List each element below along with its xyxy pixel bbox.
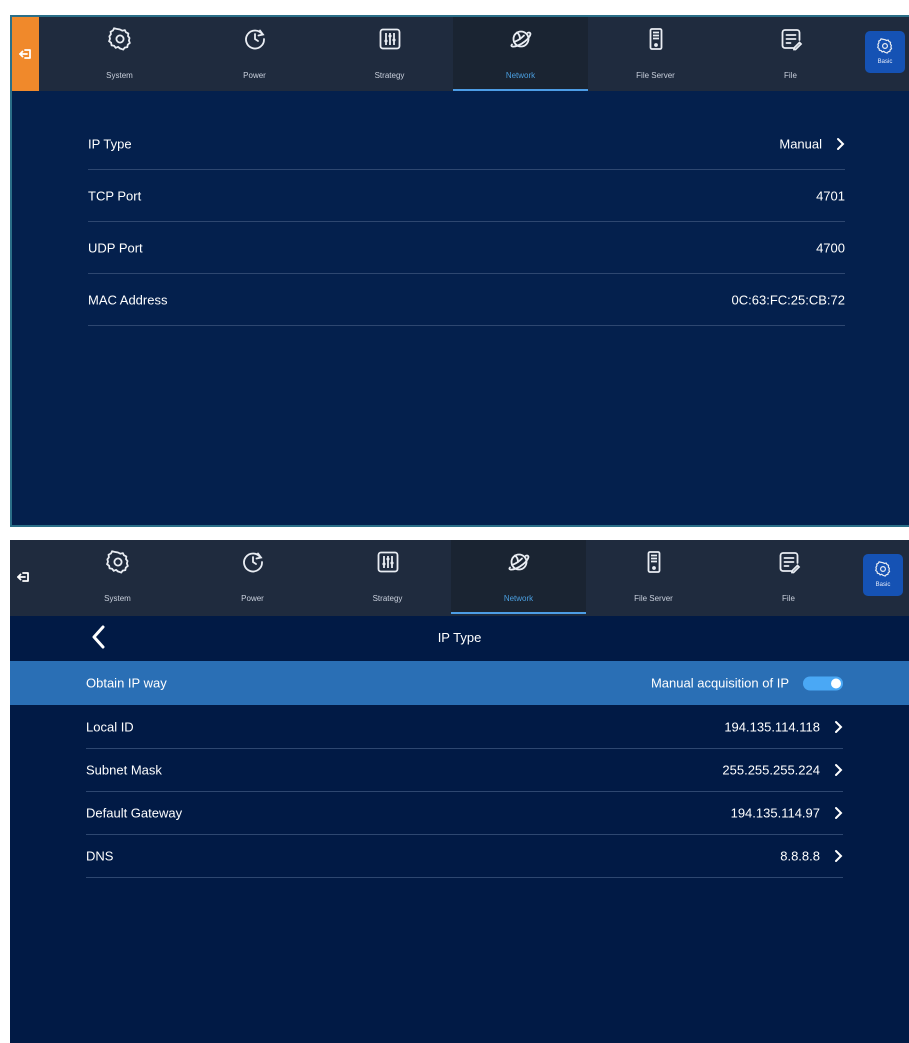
toggle-knob: [831, 678, 841, 688]
tab-label: File: [782, 594, 795, 603]
dns-row[interactable]: DNS 8.8.8.8: [86, 835, 843, 878]
tab-strategy[interactable]: Strategy: [320, 540, 455, 614]
basic-label: Basic: [875, 582, 891, 588]
exit-icon: [18, 49, 31, 59]
document-icon: [781, 29, 802, 51]
tab-power[interactable]: Power: [187, 17, 322, 91]
tab-strategy[interactable]: Strategy: [322, 17, 457, 91]
basic-label: Basic: [877, 59, 893, 65]
ip-type-value-group: Manual: [779, 136, 845, 151]
tab-label: System: [106, 71, 133, 80]
active-tab-indicator: [453, 89, 588, 91]
chevron-right-icon: [837, 137, 845, 150]
subnet-mask-value-group: 255.255.255.224: [722, 763, 843, 778]
chevron-right-icon: [835, 807, 843, 819]
obtain-ip-value-group: Manual acquisition of IP: [651, 676, 843, 691]
top-nav-bar: System Power Strategy Network File Serve…: [10, 540, 909, 616]
top-nav-bar: System Power Strategy Network File Serve…: [12, 17, 909, 91]
ip-type-panel: System Power Strategy Network File Serve…: [10, 540, 909, 1043]
exit-button[interactable]: [10, 540, 37, 614]
page-title: IP Type: [437, 630, 482, 645]
tab-system[interactable]: System: [50, 540, 185, 614]
ip-type-row[interactable]: IP Type Manual: [88, 118, 845, 170]
subnet-mask-label: Subnet Mask: [86, 762, 162, 778]
gear-icon: [105, 550, 129, 574]
network-settings-panel: System Power Strategy Network File Serve…: [10, 15, 909, 527]
default-gateway-row[interactable]: Default Gateway 194.135.114.97: [86, 792, 843, 835]
chevron-right-icon: [835, 721, 843, 733]
dns-label: DNS: [86, 848, 114, 864]
tab-label: System: [104, 594, 131, 603]
dns-value-group: 8.8.8.8: [780, 849, 843, 864]
globe-icon: [507, 553, 529, 571]
default-gateway-label: Default Gateway: [86, 805, 183, 821]
tab-network[interactable]: Network: [453, 17, 588, 91]
manual-ip-toggle[interactable]: [803, 676, 843, 690]
sub-header: IP Type: [10, 616, 909, 661]
tab-power[interactable]: Power: [185, 540, 320, 614]
obtain-ip-value: Manual acquisition of IP: [650, 675, 789, 691]
tab-label: File Server: [636, 71, 675, 80]
sliders-icon: [376, 551, 399, 573]
tcp-port-row: TCP Port 4701: [88, 170, 845, 222]
local-id-value: 194.135.114.118: [724, 719, 820, 735]
tab-file[interactable]: File: [721, 540, 856, 614]
local-id-label: Local ID: [86, 719, 134, 735]
obtain-ip-label: Obtain IP way: [86, 675, 167, 691]
udp-port-row: UDP Port 4700: [88, 222, 845, 274]
tab-file-server[interactable]: File Server: [588, 17, 723, 91]
tab-file[interactable]: File: [723, 17, 858, 91]
udp-port-value: 4700: [816, 240, 845, 255]
ip-type-label: IP Type: [88, 136, 132, 151]
basic-button[interactable]: Basic: [863, 554, 903, 596]
power-timer-icon: [242, 552, 263, 573]
tab-label: Strategy: [372, 594, 403, 603]
document-icon: [779, 552, 800, 574]
sliders-icon: [378, 28, 401, 50]
gear-icon: [107, 27, 131, 51]
tab-label: Network: [503, 594, 534, 603]
gear-icon: [875, 561, 891, 577]
active-tab-indicator: [451, 612, 586, 614]
tab-label: File: [784, 71, 797, 80]
server-icon: [649, 28, 662, 50]
exit-button[interactable]: [12, 17, 39, 91]
dns-value: 8.8.8.8: [780, 848, 820, 864]
gear-icon: [877, 38, 893, 54]
mac-address-row: MAC Address 0C:63:FC:25:CB:72: [88, 274, 845, 326]
tcp-port-label: TCP Port: [88, 188, 142, 203]
power-timer-icon: [244, 29, 265, 50]
local-id-value-group: 194.135.114.118: [724, 720, 843, 735]
server-icon: [647, 551, 660, 573]
tab-label: File Server: [634, 594, 673, 603]
tab-label: Power: [243, 71, 266, 80]
chevron-right-icon: [835, 850, 843, 862]
basic-button[interactable]: Basic: [865, 31, 905, 73]
default-gateway-value: 194.135.114.97: [730, 805, 820, 821]
mac-address-value: 0C:63:FC:25:CB:72: [731, 292, 845, 307]
local-id-row[interactable]: Local ID 194.135.114.118: [86, 706, 843, 749]
exit-icon: [16, 572, 29, 582]
chevron-right-icon: [835, 764, 843, 776]
mac-address-label: MAC Address: [88, 292, 168, 307]
tab-file-server[interactable]: File Server: [586, 540, 721, 614]
tab-label: Network: [505, 71, 536, 80]
udp-port-label: UDP Port: [88, 240, 143, 255]
ip-type-value: Manual: [779, 136, 822, 151]
subnet-mask-value: 255.255.255.224: [722, 762, 820, 778]
tcp-port-value: 4701: [816, 188, 845, 203]
globe-icon: [509, 30, 531, 48]
tab-network[interactable]: Network: [451, 540, 586, 614]
tab-label: Power: [241, 594, 264, 603]
tab-system[interactable]: System: [52, 17, 187, 91]
tab-label: Strategy: [374, 71, 405, 80]
default-gateway-value-group: 194.135.114.97: [731, 806, 843, 821]
obtain-ip-row[interactable]: Obtain IP way Manual acquisition of IP: [10, 661, 909, 705]
subnet-mask-row[interactable]: Subnet Mask 255.255.255.224: [86, 749, 843, 792]
